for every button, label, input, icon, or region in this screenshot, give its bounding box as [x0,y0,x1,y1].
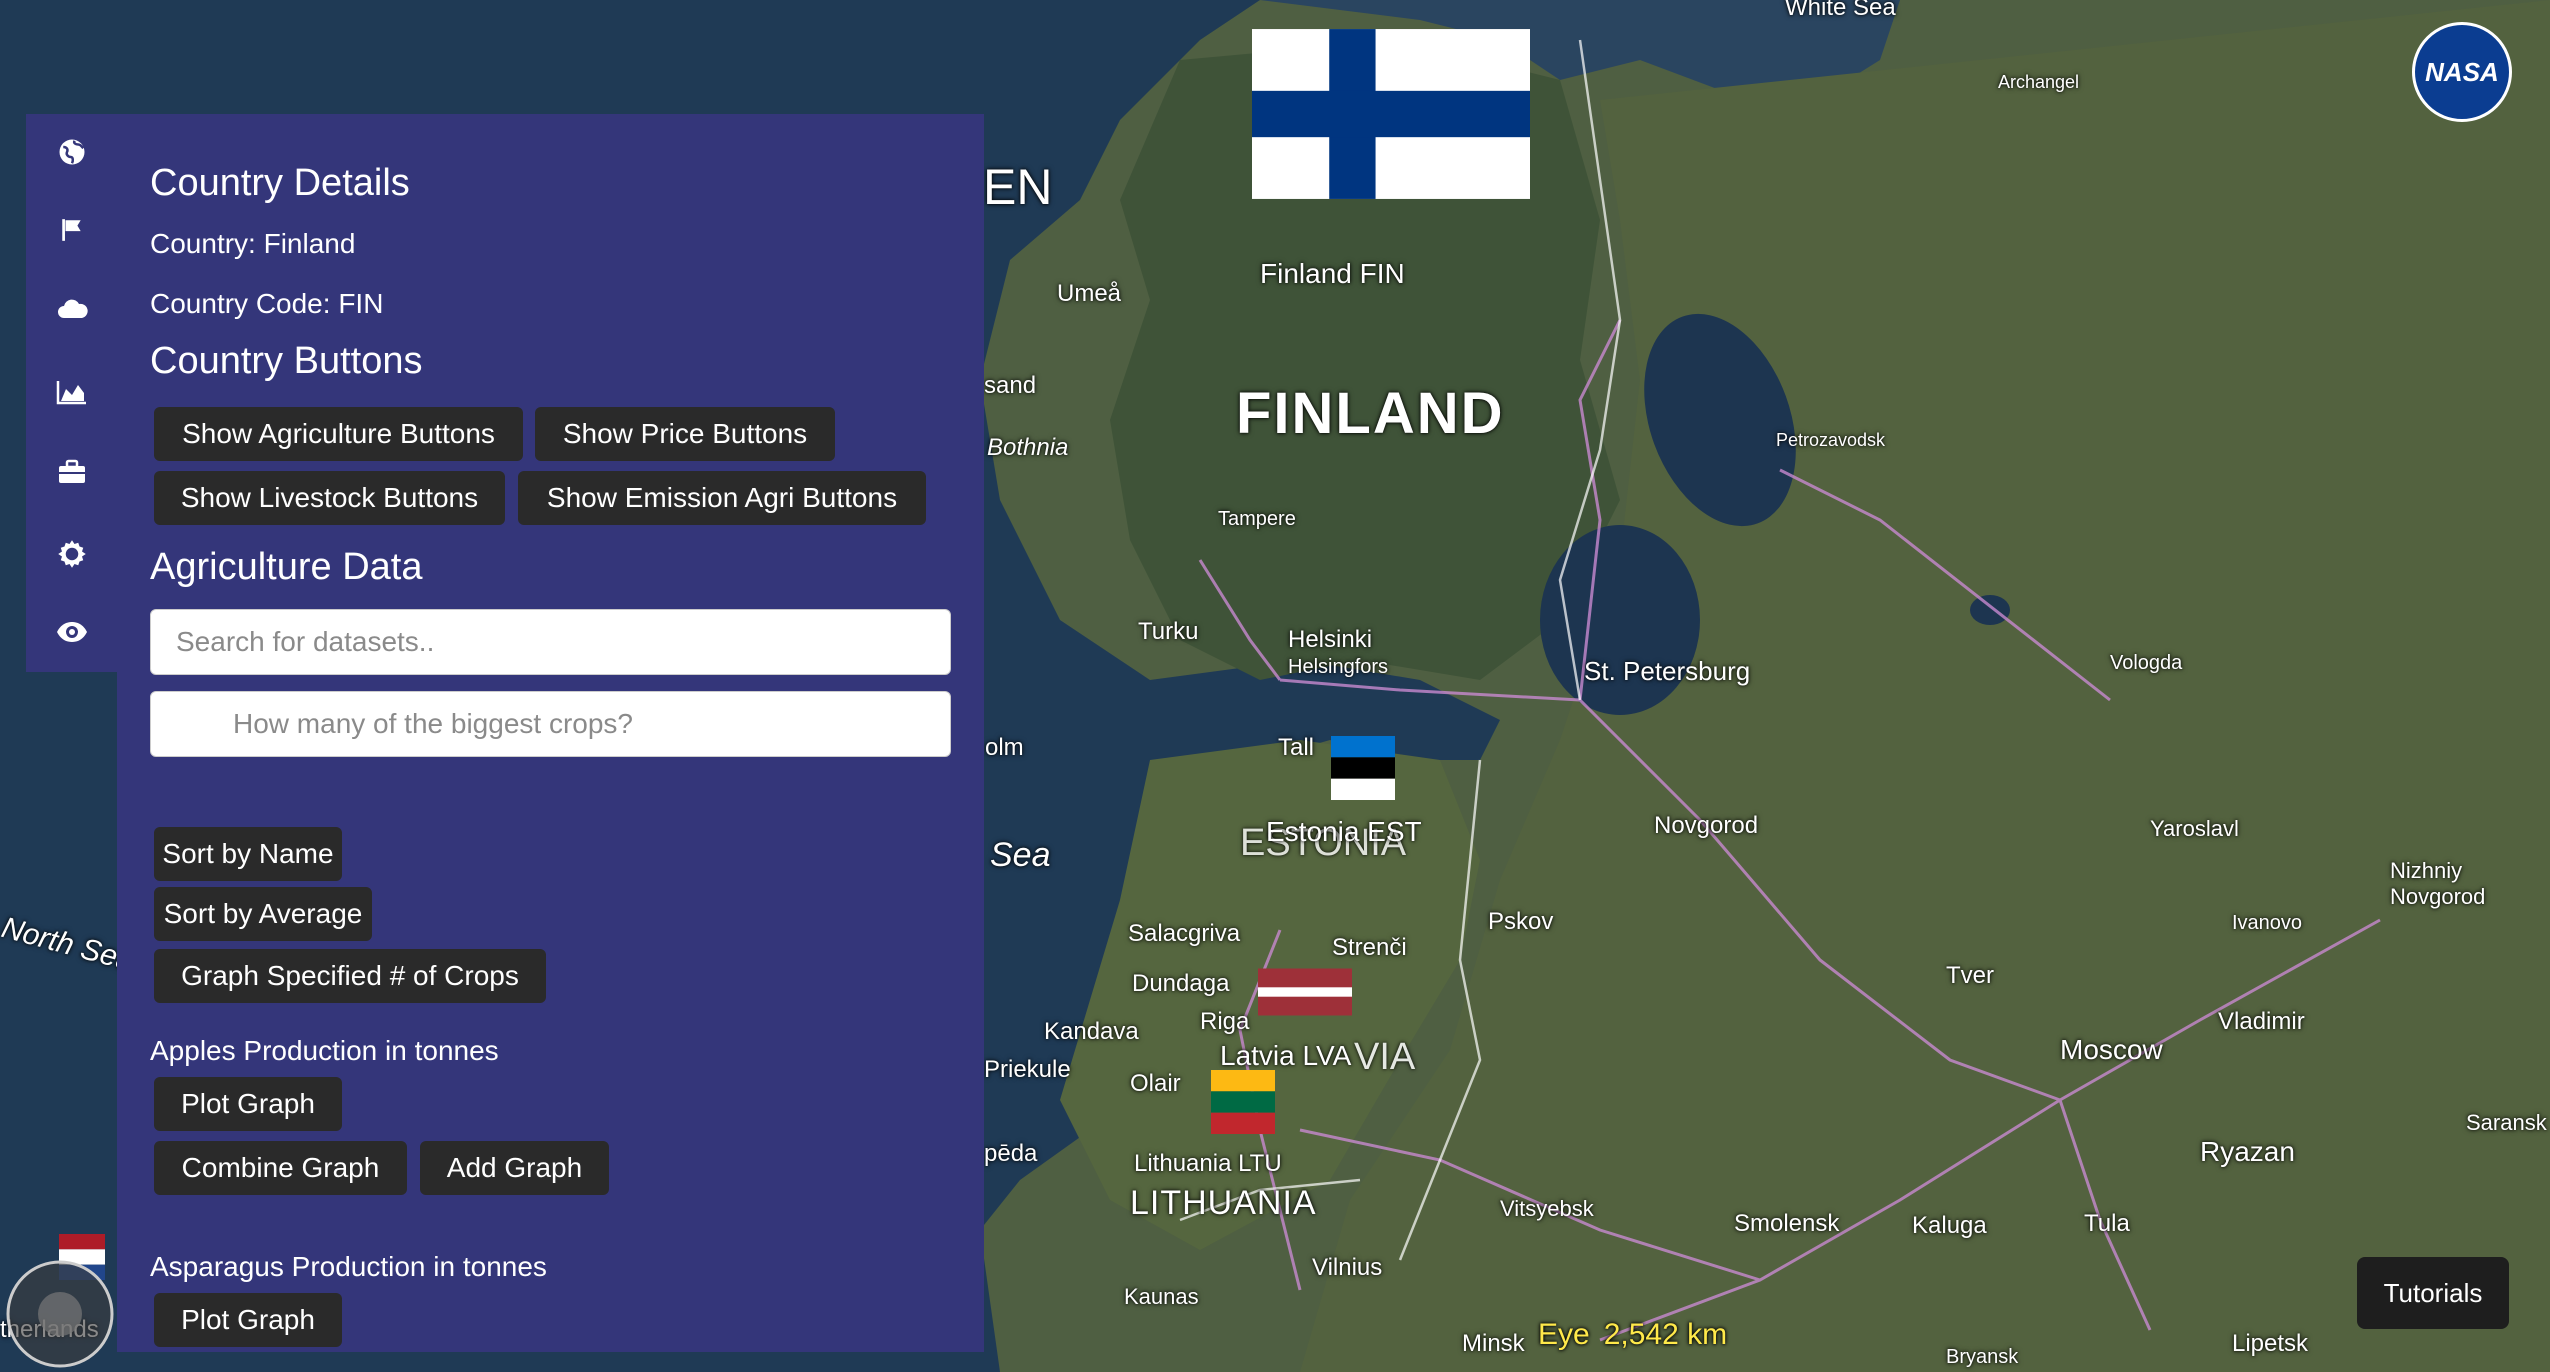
latvia-flag-icon[interactable] [1258,960,1352,1024]
eye-altitude-readout: Eye 2,542 km [1538,1318,1727,1352]
dataset-search-input[interactable] [150,609,951,675]
map-label-ivanovo: Ivanovo [2232,912,2303,934]
dataset-title: Apples Production in tonnes [150,1035,499,1066]
map-label-minsk: Minsk [1462,1330,1525,1357]
show-price-buttons-button[interactable]: Show Price Buttons [535,407,835,461]
map-label-estonia-est: Estonia EST [1266,816,1422,847]
map-label-finland-fin: Finland FIN [1260,258,1405,289]
map-label-sand: sand [984,372,1037,399]
estonia-flag-icon[interactable] [1316,736,1410,800]
map-label-moscow: Moscow [2060,1034,2163,1065]
combine-graph-button[interactable]: Combine Graph [154,1141,407,1195]
country-details-panel: Country Details Country: Finland Country… [117,114,984,1352]
country-name-text: Country: Finland [150,228,356,259]
map-label-archangel: Archangel [1998,72,2080,92]
country-details-title: Country Details [150,162,410,204]
area-chart-icon[interactable] [26,362,118,422]
map-label-lipetsk: Lipetsk [2232,1330,2309,1357]
map-label-tula: Tula [2084,1210,2130,1237]
agriculture-data-title: Agriculture Data [150,546,423,588]
map-label-ryazan: Ryazan [2200,1136,2295,1167]
map-label-bothnia: Bothnia [987,434,1069,461]
biggest-crops-input[interactable] [150,691,951,757]
map-label-vilnius: Vilnius [1312,1254,1383,1281]
map-label-tallinn: Tall [1278,734,1315,761]
map-label-kaluga: Kaluga [1912,1212,1987,1239]
sort-by-average-button[interactable]: Sort by Average [154,887,372,941]
plot-graph-button[interactable]: Plot Graph [154,1293,342,1347]
sort-by-name-button[interactable]: Sort by Name [154,827,342,881]
nasa-logo: NASA [2412,22,2512,122]
map-label-en: EN [983,159,1053,215]
cloud-icon[interactable] [26,278,118,338]
gear-icon[interactable] [26,524,118,584]
map-label-petrozavodsk: Petrozavodsk [1776,430,1886,450]
lithuania-flag-icon[interactable] [1196,1070,1290,1134]
country-code-text: Country Code: FIN [150,288,384,319]
map-label-helsingfors: Helsingfors [1288,656,1389,678]
map-label-latvia-lva: Latvia LVA [1220,1040,1352,1071]
sidebar-icon-rail [26,114,118,672]
show-emission-agri-buttons-button[interactable]: Show Emission Agri Buttons [518,471,926,525]
map-label-kaunas: Kaunas [1124,1284,1199,1309]
eye-value: 2,542 km [1603,1318,1728,1351]
country-buttons-title: Country Buttons [150,340,423,382]
map-label-nizhniy: Nizhniy Novgorod [2390,858,2486,909]
map-label-saransk: Saransk [2466,1110,2547,1135]
map-label-umea: Umeå [1057,280,1122,307]
map-label-dundaga: Dundaga [1132,970,1230,997]
map-label-salacgriva: Salacgriva [1128,920,1241,947]
map-label-novgorod: Novgorod [1654,812,1759,839]
graph-specified-crops-button[interactable]: Graph Specified # of Crops [154,949,546,1003]
map-label-tver: Tver [1946,962,1994,989]
eye-label: Eye [1538,1318,1590,1351]
map-label-finland: FINLAND [1236,381,1505,446]
map-label-vladimir: Vladimir [2218,1008,2305,1035]
map-label-yaroslavl: Yaroslavl [2150,816,2239,841]
finland-flag-icon[interactable] [1252,18,1530,210]
add-graph-button[interactable]: Add Graph [420,1141,609,1195]
briefcase-icon[interactable] [26,442,118,502]
map-label-latvia-big: VIA [1354,1036,1416,1078]
map-label-smolensk: Smolensk [1734,1210,1840,1237]
map-label-olm: olm [985,734,1024,761]
map-label-riga: Riga [1200,1008,1250,1035]
map-label-lithuania-big: LITHUANIA [1130,1184,1317,1222]
map-label-peda: pēda [984,1140,1038,1167]
map-label-helsinki: Helsinki [1288,626,1373,653]
map-label-tampere: Tampere [1218,508,1296,530]
map-label-strenci: Strenči [1332,934,1407,961]
map-label-vologda: Vologda [2110,652,2183,674]
map-label-bryansk: Bryansk [1946,1346,2019,1368]
map-label-turku: Turku [1138,618,1199,645]
map-label-olaine: Olair [1130,1070,1181,1097]
map-label-sea: Sea [990,836,1051,874]
dataset-title: Asparagus Production in tonnes [150,1251,547,1282]
tutorials-button[interactable]: Tutorials [2357,1257,2509,1329]
navigation-compass-icon[interactable] [4,1258,116,1370]
map-label-st-petersburg: St. Petersburg [1584,656,1751,686]
plot-graph-button[interactable]: Plot Graph [154,1077,342,1131]
map-label-lithuania-ltu: Lithuania LTU [1134,1150,1282,1177]
show-agriculture-buttons-button[interactable]: Show Agriculture Buttons [154,407,523,461]
show-livestock-buttons-button[interactable]: Show Livestock Buttons [154,471,505,525]
map-label-kandava: Kandava [1044,1018,1139,1045]
eye-icon[interactable] [26,602,118,662]
map-label-white-sea: White Sea [1785,0,1896,21]
map-label-priekule: Priekule [984,1056,1071,1083]
flag-icon[interactable] [26,200,118,260]
map-label-pskov: Pskov [1488,908,1554,935]
globe-icon[interactable] [26,122,118,182]
map-label-vitsyebsk: Vitsyebsk [1500,1196,1594,1221]
